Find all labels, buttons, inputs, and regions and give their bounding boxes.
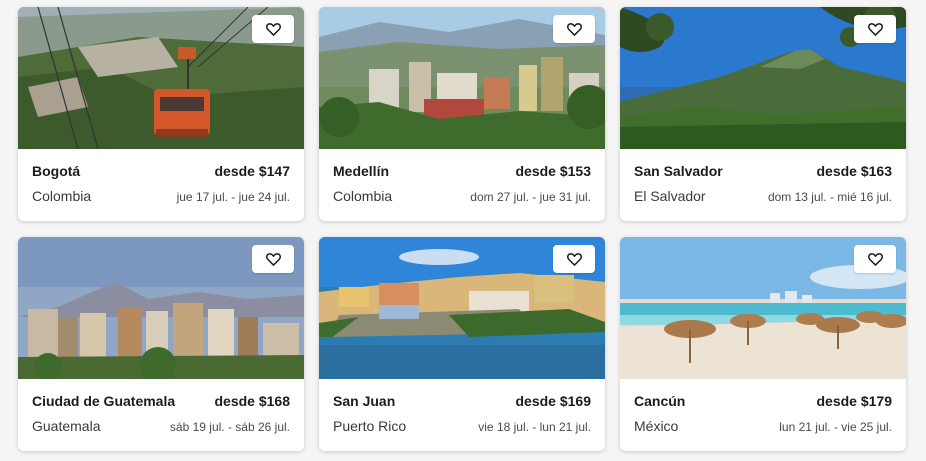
card-info: San Juan desde $169 Puerto Rico vie 18 j… xyxy=(319,379,605,451)
price: desde $179 xyxy=(816,393,893,409)
country-name: Guatemala xyxy=(32,418,101,434)
card-info: San Salvador desde $163 El Salvador dom … xyxy=(620,149,906,221)
country-name: Puerto Rico xyxy=(333,418,407,434)
country-name: El Salvador xyxy=(634,188,706,204)
card-info: Bogotá desde $147 Colombia jue 17 jul. -… xyxy=(18,149,304,221)
city-name: San Salvador xyxy=(634,163,723,179)
price: desde $169 xyxy=(515,393,592,409)
price: desde $163 xyxy=(816,163,893,179)
destinations-grid: Bogotá desde $147 Colombia jue 17 jul. -… xyxy=(0,0,926,461)
heart-outline-icon xyxy=(265,253,281,266)
destination-card-bogota[interactable]: Bogotá desde $147 Colombia jue 17 jul. -… xyxy=(18,7,304,221)
heart-outline-icon xyxy=(566,23,582,36)
travel-dates: vie 18 jul. - lun 21 jul. xyxy=(478,420,591,434)
price: desde $153 xyxy=(515,163,592,179)
city-name: Cancún xyxy=(634,393,686,409)
heart-outline-icon xyxy=(566,253,582,266)
country-name: México xyxy=(634,418,679,434)
travel-dates: sáb 19 jul. - sáb 26 jul. xyxy=(169,420,290,434)
destination-card-medellin[interactable]: Medellín desde $153 Colombia dom 27 jul.… xyxy=(319,7,605,221)
favorite-button[interactable] xyxy=(553,15,595,43)
travel-dates: dom 13 jul. - mié 16 jul. xyxy=(767,190,892,204)
card-info: Ciudad de Guatemala desde $168 Guatemala… xyxy=(18,379,304,451)
price: desde $147 xyxy=(214,163,291,179)
favorite-button[interactable] xyxy=(252,15,294,43)
travel-dates: lun 21 jul. - vie 25 jul. xyxy=(779,420,892,434)
card-info: Cancún desde $179 México lun 21 jul. - v… xyxy=(620,379,906,451)
favorite-button[interactable] xyxy=(553,245,595,273)
country-name: Colombia xyxy=(32,188,92,204)
heart-outline-icon xyxy=(265,23,281,36)
destination-card-ciudad-de-guatemala[interactable]: Ciudad de Guatemala desde $168 Guatemala… xyxy=(18,237,304,451)
favorite-button[interactable] xyxy=(854,245,896,273)
heart-outline-icon xyxy=(867,23,883,36)
city-name: Medellín xyxy=(333,163,390,179)
city-name: Bogotá xyxy=(32,163,81,179)
city-name: Ciudad de Guatemala xyxy=(32,393,176,409)
destination-card-cancun[interactable]: Cancún desde $179 México lun 21 jul. - v… xyxy=(620,237,906,451)
favorite-button[interactable] xyxy=(252,245,294,273)
travel-dates: dom 27 jul. - jue 31 jul. xyxy=(470,190,591,204)
travel-dates: jue 17 jul. - jue 24 jul. xyxy=(176,190,290,204)
favorite-button[interactable] xyxy=(854,15,896,43)
country-name: Colombia xyxy=(333,188,393,204)
destination-card-san-juan[interactable]: San Juan desde $169 Puerto Rico vie 18 j… xyxy=(319,237,605,451)
heart-outline-icon xyxy=(867,253,883,266)
city-name: San Juan xyxy=(333,393,396,409)
destination-card-san-salvador[interactable]: San Salvador desde $163 El Salvador dom … xyxy=(620,7,906,221)
price: desde $168 xyxy=(214,393,291,409)
card-info: Medellín desde $153 Colombia dom 27 jul.… xyxy=(319,149,605,221)
